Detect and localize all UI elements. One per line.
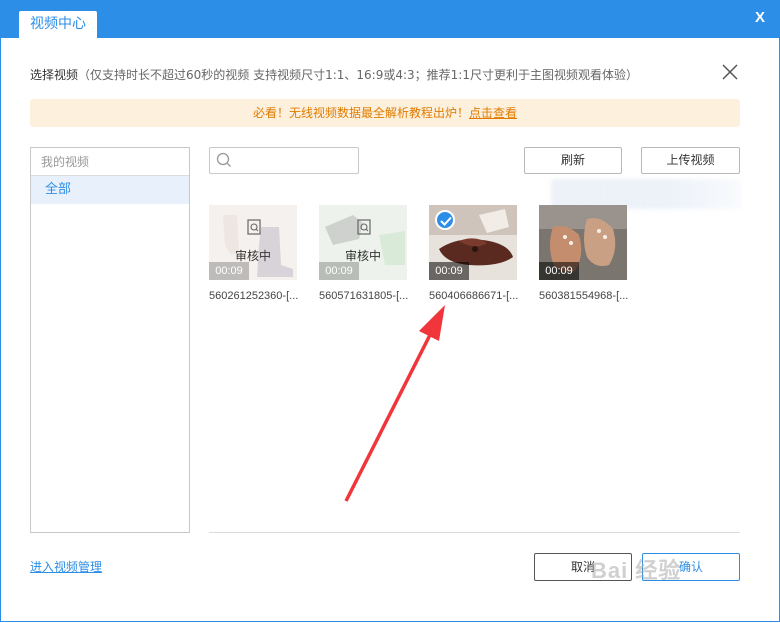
video-thumbnail[interactable]: 00:09 — [429, 205, 517, 280]
folder-sidebar: 我的视频 全部 — [30, 147, 190, 533]
duration-badge: 00:09 — [209, 262, 249, 280]
video-management-link[interactable]: 进入视频管理 — [30, 558, 102, 575]
duration-badge: 00:09 — [429, 262, 469, 280]
video-filename: 560261252360-[... — [209, 290, 299, 302]
duration-badge: 00:09 — [319, 262, 359, 280]
video-center-dialog: 视频中心 X 选择视频（仅支持时长不超过60秒的视频 支持视频尺寸1:1、16:… — [0, 0, 780, 622]
baidu-watermark: Bai 经验 — [591, 558, 682, 583]
search-icon — [216, 152, 231, 167]
footer-divider — [209, 532, 740, 533]
refresh-button[interactable]: 刷新 — [524, 147, 622, 174]
video-filename: 560406686671-[... — [429, 290, 519, 302]
video-card[interactable]: 审核中 00:09 560571631805-[... — [319, 205, 409, 302]
video-thumbnail[interactable]: 00:09 — [539, 205, 627, 280]
dialog-heading: 选择视频（仅支持时长不超过60秒的视频 支持视频尺寸1:1、16:9或4:3；推… — [30, 66, 638, 83]
tab-video-center[interactable]: 视频中心 — [19, 11, 97, 38]
video-thumbnail[interactable]: 审核中 00:09 — [209, 205, 297, 280]
sidebar-item-all[interactable]: 全部 — [31, 176, 189, 204]
review-document-icon — [357, 219, 371, 235]
video-card[interactable]: 00:09 560381554968-[... — [539, 205, 629, 302]
close-icon — [722, 64, 738, 80]
upload-video-button[interactable]: 上传视频 — [641, 147, 740, 174]
selected-check-icon — [435, 210, 455, 230]
search-input[interactable] — [209, 147, 359, 174]
notice-banner: 必看！无线视频数据最全解析教程出炉！点击查看 — [30, 99, 740, 127]
dialog-title: 选择视频 — [30, 68, 79, 82]
title-bar: 视频中心 X — [1, 1, 779, 38]
window-close-button[interactable]: X — [755, 9, 765, 26]
banner-text: 必看！无线视频数据最全解析教程出炉！ — [252, 106, 469, 120]
video-filename: 560571631805-[... — [319, 290, 409, 302]
sidebar-heading: 我的视频 — [31, 148, 189, 176]
dialog-hint: （仅支持时长不超过60秒的视频 支持视频尺寸1:1、16:9或4:3；推荐1:1… — [78, 68, 638, 82]
dialog-close-button[interactable] — [720, 62, 740, 82]
video-card-selected[interactable]: 00:09 560406686671-[... — [429, 205, 519, 302]
review-document-icon — [247, 219, 261, 235]
banner-link[interactable]: 点击查看 — [469, 106, 517, 120]
video-thumbnail[interactable]: 审核中 00:09 — [319, 205, 407, 280]
video-grid: 审核中 00:09 560261252360-[... 审核中 00:09 56… — [209, 205, 741, 525]
duration-badge: 00:09 — [539, 262, 579, 280]
video-card[interactable]: 审核中 00:09 560261252360-[... — [209, 205, 299, 302]
video-filename: 560381554968-[... — [539, 290, 629, 302]
